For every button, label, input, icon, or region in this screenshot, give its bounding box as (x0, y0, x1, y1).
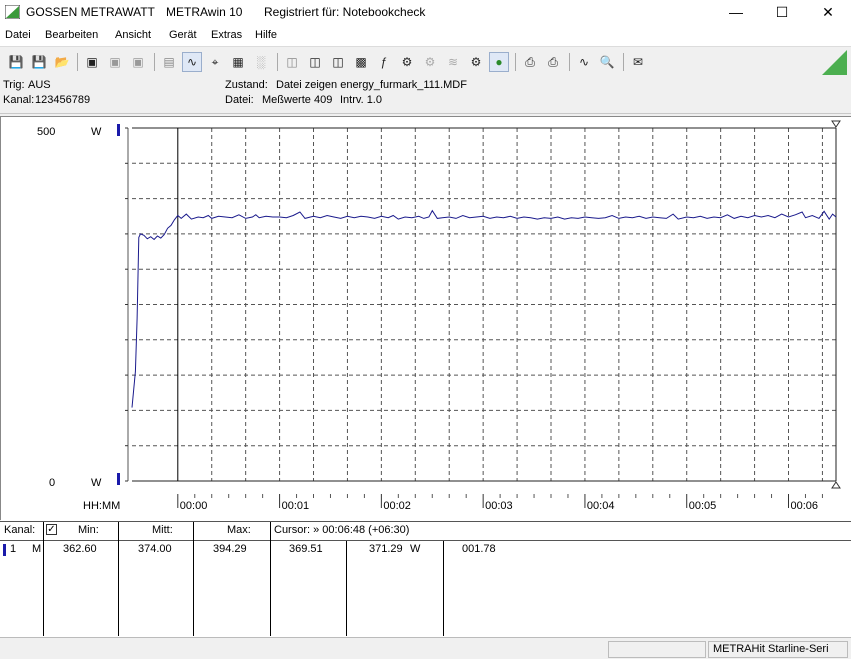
menu-geraet[interactable]: Gerät (169, 29, 197, 41)
min-value: 362.60 (63, 543, 97, 555)
cursor-header: Cursor: » 00:06:48 (+06:30) (274, 524, 410, 536)
zoom-icon[interactable]: 🔍 (597, 52, 617, 72)
cursor-unit: W (410, 543, 421, 555)
app-name: METRAwin 10 (166, 5, 243, 19)
kanal-label: Kanal: (3, 94, 35, 106)
record-icon[interactable]: ▣ (82, 52, 102, 72)
y-axis-unit-top: W (91, 126, 102, 138)
mitt-value: 374.00 (138, 543, 172, 555)
close-button[interactable]: ✕ (805, 0, 851, 24)
toolbar: 💾 💾 📂 ▣ ▣ ▣ ▤ ∿ ⌖ ▦ ░ ◫ ◫ ◫ ▩ ƒ ⚙ ⚙ ≋ ⚙ … (0, 46, 851, 76)
device-2-icon[interactable]: ◫ (305, 52, 325, 72)
zustand-value: Datei zeigen energy_furmark_111.MDF (276, 79, 467, 91)
x-tick-label: 00:01 (282, 500, 310, 512)
x-tick-label: 00:04 (587, 500, 615, 512)
kanal-header: Kanal: (4, 524, 36, 536)
menu-bar: Datei Bearbeiten Ansicht Gerät Extras Hi… (0, 24, 851, 46)
table-view-icon[interactable]: ▦ (228, 52, 248, 72)
status-bar: METRAHit Starline-Seri (0, 637, 851, 659)
app-brand: GOSSEN METRAWATT (26, 5, 155, 19)
y-axis-min-label: 0 (49, 477, 55, 489)
print-preview-icon[interactable]: ⎙ (543, 52, 563, 72)
menu-extras[interactable]: Extras (211, 29, 242, 41)
minimize-button[interactable]: — (713, 0, 759, 24)
comment-icon[interactable]: ✉ (628, 52, 648, 72)
cursor-value-a: 369.51 (289, 543, 323, 555)
show-channel-checkbox[interactable]: ✓ (46, 524, 57, 535)
auto-scale-icon[interactable]: ∿ (574, 52, 594, 72)
computer-icon[interactable]: ▩ (351, 52, 371, 72)
zustand-label: Zustand: (225, 79, 268, 91)
title-bar: GOSSEN METRAWATT METRAwin 10 Registriert… (0, 0, 851, 24)
datei-label: Datei: (225, 94, 254, 106)
save-as-icon[interactable]: 💾 (29, 52, 49, 72)
open-icon[interactable]: 📂 (52, 52, 72, 72)
menu-bearbeiten[interactable]: Bearbeiten (45, 29, 98, 41)
x-tick-label: 00:05 (689, 500, 717, 512)
x-axis-label: HH:MM (83, 500, 120, 512)
channel-letter: M (32, 543, 42, 555)
trig-value: AUS (28, 79, 51, 91)
function-icon[interactable]: ƒ (374, 52, 394, 72)
max-value: 394.29 (213, 543, 247, 555)
x-tick-label: 00:00 (180, 500, 208, 512)
y-axis-bottom-marker (117, 473, 120, 485)
status-corner-icon (822, 50, 847, 75)
histogram-icon[interactable]: ░ (251, 52, 271, 72)
registration-text: Registriert für: Notebookcheck (264, 5, 426, 19)
device-3-icon[interactable]: ◫ (328, 52, 348, 72)
power-chart[interactable]: 500 W 0 W HH:MM 00:00 00:01 00:02 00:03 00:0… (1, 117, 851, 521)
record-3-icon[interactable]: ▣ (128, 52, 148, 72)
min-header: Min: (78, 524, 99, 536)
kanal-value: 123456789 (35, 94, 91, 106)
device-status: METRAHit Starline-Seri (708, 641, 848, 658)
mitt-header: Mitt: (152, 524, 173, 536)
menu-hilfe[interactable]: Hilfe (255, 29, 277, 41)
x-tick-label: 00:02 (383, 500, 411, 512)
channel-color-marker (3, 544, 6, 556)
wave-icon[interactable]: ≋ (443, 52, 463, 72)
intrv-value: Intrv. 1.0 (340, 94, 382, 106)
datei-value: Meßwerte 409 (262, 94, 333, 106)
trig-label: Trig: (3, 79, 25, 91)
trigger-icon[interactable]: ⚙ (466, 52, 486, 72)
info-bar: Trig: AUS Kanal: 123456789 Zustand: Date… (0, 76, 851, 114)
y-axis-unit-bottom: W (91, 477, 102, 489)
menu-ansicht[interactable]: Ansicht (115, 29, 151, 41)
statistics-panel: Kanal: ✓ Min: Mitt: Max: Cursor: » 00:06… (0, 521, 851, 637)
settings-icon[interactable]: ⚙ (397, 52, 417, 72)
settings-2-icon[interactable]: ⚙ (420, 52, 440, 72)
cursor-delta: 001.78 (462, 543, 496, 555)
y-axis-max-label: 500 (37, 126, 55, 138)
x-tick-label: 00:03 (485, 500, 513, 512)
maximize-button[interactable]: ☐ (759, 0, 805, 24)
app-logo-icon (5, 5, 20, 19)
channel-number: 1 (10, 543, 17, 555)
chart-area[interactable]: 500 W 0 W HH:MM 00:00 00:01 00:02 00:03 00:0… (0, 116, 851, 521)
chart-view-icon[interactable]: ▤ (159, 52, 179, 72)
start-icon[interactable]: ● (489, 52, 509, 72)
save-icon[interactable]: 💾 (6, 52, 26, 72)
menu-datei[interactable]: Datei (5, 29, 31, 41)
status-panel-empty (608, 641, 706, 658)
x-tick-label: 00:06 (791, 500, 819, 512)
cursor-value-b: 371.29 (369, 543, 403, 555)
device-icon[interactable]: ◫ (282, 52, 302, 72)
record-2-icon[interactable]: ▣ (105, 52, 125, 72)
zoom-chart-icon[interactable]: ∿ (182, 52, 202, 72)
y-axis-top-marker (117, 124, 120, 136)
print-icon[interactable]: ⎙ (520, 52, 540, 72)
crosshair-icon[interactable]: ⌖ (205, 52, 225, 72)
max-header: Max: (227, 524, 251, 536)
